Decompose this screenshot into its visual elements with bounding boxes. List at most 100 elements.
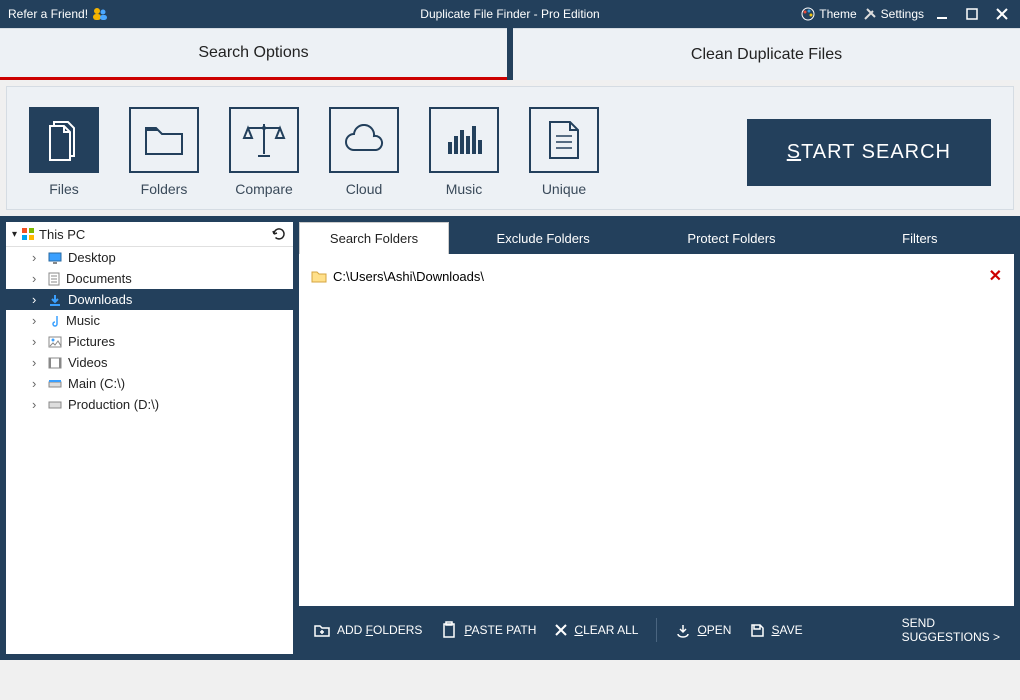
video-icon <box>48 357 62 369</box>
sub-tab-search-folders[interactable]: Search Folders <box>299 222 449 254</box>
toolbar-item-files[interactable]: Files <box>29 107 99 197</box>
palette-icon <box>801 7 815 21</box>
settings-button[interactable]: Settings <box>863 7 924 21</box>
tree-node-label: Music <box>66 313 100 328</box>
toolbar-item-folders[interactable]: Folders <box>129 107 199 197</box>
add-folders-button[interactable]: ADD FOLDERS <box>313 621 422 639</box>
sub-tabs: Search Folders Exclude Folders Protect F… <box>299 222 1014 254</box>
tree-node-label: Main (C:\) <box>68 376 125 391</box>
chevron-right-icon: › <box>32 397 42 412</box>
app-title: Duplicate File Finder - Pro Edition <box>420 7 599 21</box>
tree-node-desktop[interactable]: › Desktop <box>6 247 293 268</box>
monitor-icon <box>48 252 62 264</box>
chevron-right-icon: › <box>32 355 42 370</box>
bottom-bar: ADD FOLDERS PASTE PATH CLEAR ALL OPEN SA… <box>299 606 1014 654</box>
folder-row[interactable]: C:\Users\Ashi\Downloads\ ✕ <box>311 262 1002 290</box>
chevron-right-icon: › <box>32 292 42 307</box>
refer-friend-label: Refer a Friend! <box>8 7 88 21</box>
chevron-down-icon: ▾ <box>12 229 17 240</box>
picture-icon <box>48 336 62 348</box>
toolbar: Files Folders Compare Cloud Music Unique… <box>6 86 1014 210</box>
music-note-icon <box>48 314 60 328</box>
chevron-right-icon: › <box>32 334 42 349</box>
start-search-button[interactable]: START SEARCH <box>747 119 991 186</box>
sub-tab-label: Filters <box>902 231 937 246</box>
tree-node-pictures[interactable]: ›Pictures <box>6 331 293 352</box>
maximize-button[interactable] <box>960 4 984 24</box>
clear-all-button[interactable]: CLEAR ALL <box>554 623 638 637</box>
open-icon <box>675 622 691 638</box>
tree-node-label: Videos <box>68 355 108 370</box>
chevron-right-icon: › <box>32 250 42 265</box>
refresh-button[interactable] <box>271 226 287 242</box>
sub-tab-protect-folders[interactable]: Protect Folders <box>637 222 825 254</box>
toolbar-item-music[interactable]: Music <box>429 107 499 197</box>
sub-tab-label: Exclude Folders <box>497 231 590 246</box>
folder-icon <box>311 269 327 283</box>
files-icon <box>44 118 84 162</box>
toolbar-item-folders-label: Folders <box>141 181 188 197</box>
folders-icon <box>142 122 186 158</box>
send-suggestions-button[interactable]: SEND SUGGESTIONS > <box>902 616 1000 645</box>
refer-friend-link[interactable]: Refer a Friend! <box>0 7 108 21</box>
theme-button[interactable]: Theme <box>801 7 856 21</box>
tree-node-videos[interactable]: › Videos <box>6 352 293 373</box>
open-button[interactable]: OPEN <box>675 622 731 638</box>
folder-plus-icon <box>313 621 331 639</box>
tree-node-downloads[interactable]: › Downloads <box>6 289 293 310</box>
separator <box>656 618 657 642</box>
chevron-right-icon: › <box>32 376 42 391</box>
minimize-button[interactable] <box>930 4 954 24</box>
cloud-icon <box>340 124 388 156</box>
folder-path: C:\Users\Ashi\Downloads\ <box>333 269 484 284</box>
tree-node-label: Production (D:\) <box>68 397 159 412</box>
tree-node-label: Downloads <box>68 292 132 307</box>
settings-label: Settings <box>881 7 924 21</box>
people-icon <box>92 7 108 21</box>
toolbar-item-unique[interactable]: Unique <box>529 107 599 197</box>
right-pane: Search Folders Exclude Folders Protect F… <box>299 222 1014 654</box>
chevron-right-icon: › <box>32 313 42 328</box>
tree-node-documents[interactable]: ›Documents <box>6 268 293 289</box>
sub-tab-exclude-folders[interactable]: Exclude Folders <box>449 222 637 254</box>
main-area: ▾ This PC ›Desktop ›Documents ›Downloads… <box>0 216 1020 660</box>
tree-node-music[interactable]: › Music <box>6 310 293 331</box>
tree-node-label: Desktop <box>68 250 116 265</box>
x-icon <box>554 623 568 637</box>
folder-tree: ▾ This PC ›Desktop ›Documents ›Downloads… <box>6 222 293 654</box>
paste-path-button[interactable]: PASTE PATH <box>440 621 536 639</box>
download-icon <box>48 293 62 307</box>
sub-tab-label: Protect Folders <box>687 231 775 246</box>
music-icon <box>444 122 484 158</box>
compare-icon <box>240 120 288 160</box>
toolbar-item-compare[interactable]: Compare <box>229 107 299 197</box>
save-icon <box>749 622 765 638</box>
toolbar-item-unique-label: Unique <box>542 181 586 197</box>
toolbar-item-files-label: Files <box>49 181 79 197</box>
tab-search-options[interactable]: Search Options <box>0 28 507 80</box>
toolbar-item-compare-label: Compare <box>235 181 293 197</box>
theme-label: Theme <box>819 7 856 21</box>
sub-tab-filters[interactable]: Filters <box>826 222 1014 254</box>
tree-node-drive-c[interactable]: › Main (C:\) <box>6 373 293 394</box>
close-button[interactable] <box>990 4 1014 24</box>
tree-root[interactable]: ▾ This PC <box>6 222 293 247</box>
toolbar-item-cloud[interactable]: Cloud <box>329 107 399 197</box>
toolbar-item-cloud-label: Cloud <box>346 181 383 197</box>
remove-folder-button[interactable]: ✕ <box>989 266 1002 286</box>
tab-search-options-label: Search Options <box>198 44 308 62</box>
tree-node-drive-d[interactable]: › Production (D:\) <box>6 394 293 415</box>
tree-node-label: Documents <box>66 271 132 286</box>
refresh-icon <box>271 226 287 242</box>
title-bar: Refer a Friend! Duplicate File Finder - … <box>0 0 1020 28</box>
maximize-icon <box>966 8 978 20</box>
tools-icon <box>863 7 877 21</box>
top-tabs: Search Options Clean Duplicate Files <box>0 28 1020 80</box>
drive-icon <box>48 400 62 410</box>
drive-icon <box>48 379 62 389</box>
save-button[interactable]: SAVE <box>749 622 802 638</box>
tab-clean-duplicates[interactable]: Clean Duplicate Files <box>513 28 1020 80</box>
unique-icon <box>546 118 582 162</box>
clipboard-icon <box>440 621 458 639</box>
tab-clean-duplicates-label: Clean Duplicate Files <box>691 46 842 64</box>
